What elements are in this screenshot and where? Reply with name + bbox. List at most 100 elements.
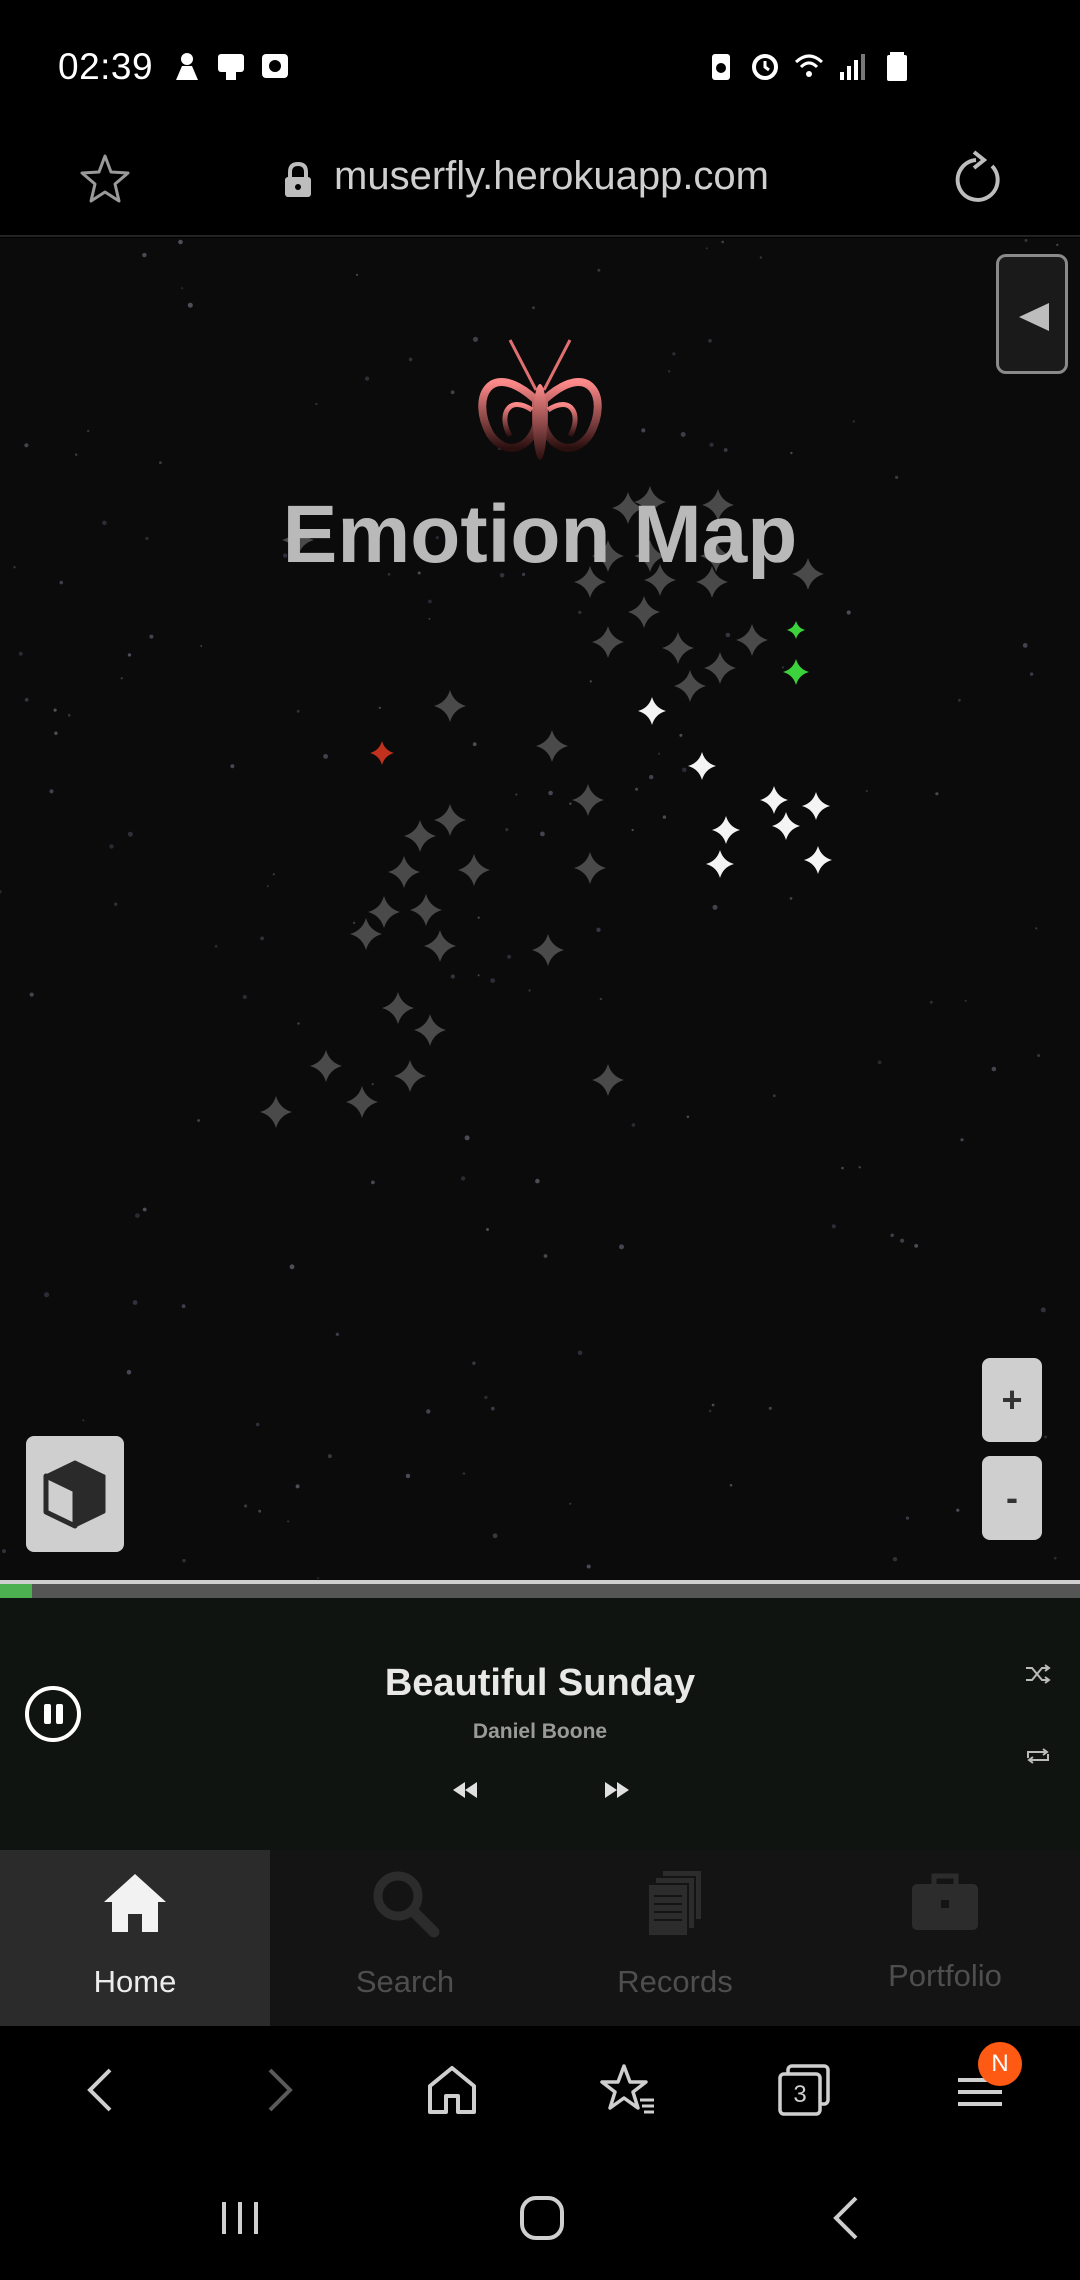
- next-track-icon[interactable]: [604, 1780, 630, 1800]
- background-star: [426, 1409, 431, 1414]
- song-star[interactable]: [414, 1014, 446, 1046]
- nav-item-records[interactable]: Records: [540, 1850, 810, 2026]
- background-star: [596, 927, 601, 932]
- background-star: [619, 1244, 624, 1250]
- recent-apps-icon[interactable]: [216, 2194, 264, 2242]
- song-star[interactable]: [368, 896, 400, 928]
- home-button-icon[interactable]: [518, 2194, 566, 2242]
- bottom-navigation: Home Search Records Portfolio: [0, 1850, 1080, 2026]
- emotion-star-green[interactable]: [783, 659, 809, 685]
- background-star: [371, 1180, 375, 1185]
- song-star[interactable]: [592, 626, 624, 658]
- background-star: [317, 1577, 319, 1580]
- song-star[interactable]: [628, 596, 660, 628]
- system-back-icon[interactable]: [824, 2194, 872, 2242]
- back-icon[interactable]: [72, 2060, 132, 2120]
- 3d-view-button[interactable]: [26, 1436, 124, 1552]
- nav-item-home[interactable]: Home: [0, 1850, 270, 2026]
- playback-progress-bar[interactable]: [0, 1580, 1080, 1598]
- background-star: [327, 1454, 332, 1459]
- background-star: [890, 1233, 894, 1238]
- background-star: [599, 997, 603, 1001]
- nav-item-portfolio[interactable]: Portfolio: [810, 1850, 1080, 2026]
- nav-label-records: Records: [617, 1964, 733, 1999]
- cast-icon: [218, 54, 244, 80]
- background-star: [428, 617, 431, 620]
- forward-icon[interactable]: [248, 2060, 308, 2120]
- song-star[interactable]: [346, 1086, 378, 1118]
- background-star: [187, 302, 193, 308]
- song-star[interactable]: [388, 856, 420, 888]
- url-text[interactable]: muserfly.herokuapp.com: [334, 154, 769, 199]
- background-star: [182, 1559, 186, 1563]
- background-star: [958, 698, 961, 702]
- signal-icon: [840, 54, 865, 80]
- highlighted-song-star[interactable]: [772, 812, 800, 840]
- song-star[interactable]: [424, 930, 456, 962]
- nav-label-search: Search: [355, 1964, 455, 1999]
- repeat-icon[interactable]: [1024, 1744, 1052, 1768]
- song-star[interactable]: [662, 632, 694, 664]
- side-panel-toggle-button[interactable]: [996, 254, 1068, 374]
- highlighted-song-star[interactable]: [688, 752, 716, 780]
- song-star[interactable]: [572, 784, 604, 816]
- song-star[interactable]: [592, 1064, 624, 1096]
- song-star[interactable]: [532, 934, 564, 966]
- background-star: [865, 789, 868, 793]
- song-star[interactable]: [434, 804, 466, 836]
- zoom-out-button[interactable]: -: [982, 1456, 1042, 1540]
- background-star: [355, 273, 359, 276]
- background-star: [0, 890, 2, 894]
- song-star[interactable]: [674, 670, 706, 702]
- song-star[interactable]: [736, 624, 768, 656]
- song-star[interactable]: [536, 730, 568, 762]
- background-star: [127, 653, 132, 657]
- nav-item-search[interactable]: Search: [270, 1850, 540, 2026]
- song-star[interactable]: [382, 992, 414, 1024]
- status-time: 02:39: [58, 46, 154, 87]
- highlighted-song-star[interactable]: [706, 850, 734, 878]
- song-star[interactable]: [704, 652, 736, 684]
- highlighted-song-star[interactable]: [638, 697, 666, 725]
- emotion-star-green[interactable]: [787, 621, 805, 639]
- highlighted-song-star[interactable]: [712, 816, 740, 844]
- song-star[interactable]: [394, 1060, 426, 1092]
- background-star: [712, 904, 718, 910]
- browser-home-icon[interactable]: [422, 2060, 482, 2120]
- background-star: [132, 1300, 138, 1305]
- shuffle-icon[interactable]: [1024, 1662, 1052, 1686]
- background-star: [142, 252, 147, 258]
- background-star: [484, 1395, 488, 1400]
- zoom-in-button[interactable]: +: [982, 1358, 1042, 1442]
- map-title: Emotion Map: [282, 489, 798, 580]
- song-star[interactable]: [434, 690, 466, 722]
- song-star[interactable]: [458, 854, 490, 886]
- emotion-map-canvas[interactable]: Emotion Map + -: [0, 238, 1080, 1580]
- song-star[interactable]: [410, 894, 442, 926]
- previous-track-icon[interactable]: [452, 1780, 478, 1800]
- song-star[interactable]: [310, 1050, 342, 1082]
- battery-saver-icon: [712, 54, 730, 80]
- song-star[interactable]: [404, 820, 436, 852]
- background-star: [490, 978, 496, 983]
- background-star: [472, 742, 477, 747]
- background-star: [586, 1564, 591, 1569]
- bookmarks-icon[interactable]: [598, 2060, 658, 2120]
- tabs-button[interactable]: 3: [774, 2060, 834, 2120]
- background-star: [543, 1254, 548, 1258]
- background-star: [53, 708, 57, 712]
- background-star: [18, 651, 23, 656]
- bookmark-star-icon[interactable]: [78, 152, 132, 206]
- highlighted-song-star[interactable]: [760, 786, 788, 814]
- highlighted-song-star[interactable]: [802, 792, 830, 820]
- background-star: [428, 599, 432, 604]
- reload-icon[interactable]: [948, 150, 1004, 210]
- background-star: [295, 1484, 300, 1489]
- background-star: [708, 339, 712, 343]
- emotion-star-red[interactable]: [370, 741, 394, 765]
- highlighted-song-star[interactable]: [804, 846, 832, 874]
- song-star[interactable]: [574, 852, 606, 884]
- background-star: [781, 666, 784, 669]
- song-star[interactable]: [260, 1096, 292, 1128]
- notification-icon: [176, 53, 198, 80]
